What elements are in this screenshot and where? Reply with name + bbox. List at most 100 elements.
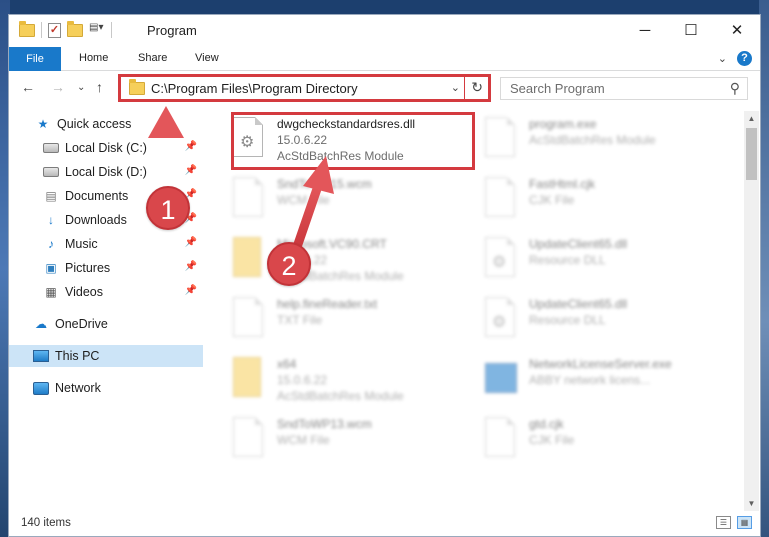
address-path[interactable]: C:\Program Files\Program Directory bbox=[151, 81, 358, 96]
step-2-badge: 2 bbox=[267, 242, 311, 286]
close-button[interactable]: ✕ bbox=[714, 15, 760, 45]
back-button[interactable]: ← bbox=[21, 79, 35, 95]
sidebar-item-this-pc[interactable]: This PC bbox=[9, 345, 203, 367]
file-type: AcStdBatchRes Module bbox=[529, 133, 656, 147]
forward-button[interactable]: → bbox=[51, 79, 65, 95]
file-name: NetworkLicenseServer.exe bbox=[529, 357, 672, 371]
pin-icon: 📌 bbox=[184, 285, 197, 296]
address-bar[interactable]: C:\Program Files\Program Directory ⌄ ↻ bbox=[118, 74, 491, 102]
file-item[interactable]: program.exe AcStdBatchRes Module bbox=[485, 115, 725, 171]
folder-icon bbox=[129, 78, 145, 95]
file-icon bbox=[485, 417, 515, 457]
computer-icon bbox=[33, 350, 49, 362]
file-icon bbox=[485, 177, 515, 217]
sidebar-item-label: Documents bbox=[65, 189, 129, 203]
item-count: 140 items bbox=[21, 517, 71, 529]
sidebar-item-label: Music bbox=[65, 237, 98, 251]
sidebar-item-label: Network bbox=[55, 381, 101, 395]
sidebar-item-label: Pictures bbox=[65, 261, 111, 275]
file-icon bbox=[233, 297, 263, 337]
file-item[interactable]: FastHtml.cjk CJK File bbox=[485, 175, 725, 231]
sidebar-item-onedrive[interactable]: ☁ OneDrive bbox=[9, 313, 203, 335]
vertical-scrollbar[interactable]: ▲ ▼ bbox=[744, 111, 759, 511]
view-switcher: ☰ ▦ bbox=[716, 516, 752, 529]
file-item[interactable]: NetworkLicenseServer.exe ABBY network li… bbox=[485, 355, 725, 411]
file-list: ⚙ dwgcheckstandardsres.dll 15.0.6.22 AcS… bbox=[215, 111, 741, 511]
file-name: program.exe bbox=[529, 117, 597, 131]
file-type: AcStdBatchRes Module bbox=[277, 389, 404, 403]
recent-locations-button[interactable]: ⌄ bbox=[77, 82, 85, 93]
tab-share[interactable]: Share bbox=[138, 52, 167, 64]
sidebar-item-local-disk-d[interactable]: Local Disk (D:) 📌 bbox=[9, 161, 203, 183]
customize-toolbar-icon[interactable]: ▤▾ bbox=[89, 22, 105, 38]
divider bbox=[111, 22, 112, 38]
scroll-down-icon[interactable]: ▼ bbox=[744, 496, 759, 511]
sidebar-item-local-disk-c[interactable]: Local Disk (C:) 📌 bbox=[9, 137, 203, 159]
sidebar-item-label: Quick access bbox=[57, 117, 132, 131]
gear-icon: ⚙ bbox=[492, 314, 507, 331]
large-icons-view-icon[interactable]: ▦ bbox=[737, 516, 752, 529]
sidebar-item-label: Local Disk (C:) bbox=[65, 141, 147, 155]
file-item[interactable]: gtd.cjk CJK File bbox=[485, 415, 725, 471]
navigation-bar: ← → ⌄ ↑ C:\Program Files\Program Directo… bbox=[9, 73, 760, 103]
search-icon[interactable]: ⚲ bbox=[730, 80, 740, 97]
highlight-box bbox=[231, 112, 475, 170]
sidebar-item-pictures[interactable]: ▣ Pictures 📌 bbox=[9, 257, 203, 279]
sidebar-item-label: Videos bbox=[65, 285, 103, 299]
help-icon[interactable]: ? bbox=[737, 51, 752, 66]
pin-icon: 📌 bbox=[184, 141, 197, 152]
properties-icon[interactable]: ✓ bbox=[48, 22, 61, 38]
sidebar-item-label: This PC bbox=[55, 349, 100, 363]
maximize-button[interactable]: ☐ bbox=[668, 15, 714, 45]
file-name: UpdateClient65.dll bbox=[529, 297, 628, 311]
file-type: Resource DLL bbox=[529, 313, 606, 327]
network-icon bbox=[33, 381, 49, 395]
sidebar-item-label: Local Disk (D:) bbox=[65, 165, 147, 179]
sidebar-item-label: Downloads bbox=[65, 213, 127, 227]
folder-icon[interactable] bbox=[19, 20, 35, 37]
file-type: CJK File bbox=[529, 433, 575, 447]
minimize-button[interactable]: ─ bbox=[622, 15, 668, 45]
tab-view[interactable]: View bbox=[195, 52, 219, 64]
file-item[interactable]: ⚙ UpdateClient65.dll Resource DLL bbox=[485, 235, 725, 291]
folder-icon bbox=[233, 357, 261, 397]
star-icon: ★ bbox=[37, 117, 49, 131]
drive-icon bbox=[43, 143, 59, 153]
sidebar-item-music[interactable]: ♪ Music 📌 bbox=[9, 233, 203, 255]
ribbon-tabs: File Home Share View ⌄ ? bbox=[9, 47, 760, 71]
sidebar-item-videos[interactable]: ▦ Videos 📌 bbox=[9, 281, 203, 303]
refresh-icon[interactable]: ↻ bbox=[471, 79, 483, 96]
tab-file[interactable]: File bbox=[9, 47, 61, 71]
search-box[interactable]: Search Program ⚲ bbox=[500, 77, 748, 100]
file-item[interactable]: SndToWP15.wcm WCM File bbox=[233, 175, 473, 231]
pin-icon: 📌 bbox=[184, 165, 197, 176]
dll-file-icon: ⚙ bbox=[485, 237, 515, 277]
sidebar-item-quick-access[interactable]: ★ Quick access bbox=[9, 113, 203, 135]
scroll-up-icon[interactable]: ▲ bbox=[744, 111, 759, 126]
pin-icon: 📌 bbox=[184, 237, 197, 248]
pin-icon: 📌 bbox=[184, 261, 197, 272]
folder-item[interactable]: x64 15.0.6.22 AcStdBatchRes Module bbox=[233, 355, 473, 411]
expand-ribbon-icon[interactable]: ⌄ bbox=[718, 52, 727, 65]
new-folder-icon[interactable] bbox=[67, 20, 83, 37]
tab-home[interactable]: Home bbox=[79, 52, 108, 64]
file-item[interactable]: help.fineReader.txt TXT File bbox=[233, 295, 473, 351]
details-view-icon[interactable]: ☰ bbox=[716, 516, 731, 529]
sidebar-item-network[interactable]: Network bbox=[9, 377, 203, 399]
explorer-window: ✓ ▤▾ Program ─ ☐ ✕ File Home Share View … bbox=[8, 14, 761, 537]
file-type: WCM File bbox=[277, 433, 330, 447]
up-button[interactable]: ↑ bbox=[96, 79, 103, 95]
exe-file-icon bbox=[485, 117, 515, 157]
scroll-thumb[interactable] bbox=[746, 128, 757, 180]
ribbon-right-controls: ⌄ ? bbox=[718, 51, 752, 66]
search-input[interactable]: Search Program bbox=[510, 81, 605, 96]
file-item[interactable]: ⚙ UpdateClient65.dll Resource DLL bbox=[485, 295, 725, 351]
status-bar: 140 items ☰ ▦ bbox=[9, 511, 760, 537]
title-bar: ✓ ▤▾ Program ─ ☐ ✕ bbox=[9, 15, 760, 47]
window-controls: ─ ☐ ✕ bbox=[622, 15, 760, 45]
address-dropdown-icon[interactable]: ⌄ bbox=[451, 81, 460, 94]
file-name: SndToWP15.wcm bbox=[277, 177, 372, 191]
file-item[interactable]: SndToWP13.wcm WCM File bbox=[233, 415, 473, 471]
dll-file-icon: ⚙ bbox=[485, 297, 515, 337]
file-name: FastHtml.cjk bbox=[529, 177, 595, 191]
